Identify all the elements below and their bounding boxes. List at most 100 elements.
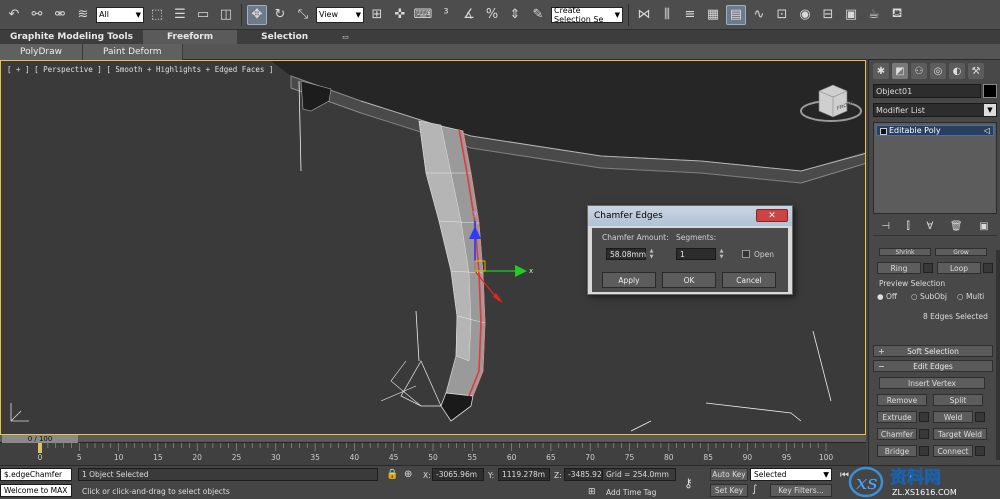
modify-tab-icon[interactable]: ◩	[892, 63, 908, 79]
move-icon[interactable]: ✥	[247, 4, 267, 25]
insert-vertex-button[interactable]: Insert Vertex	[879, 377, 985, 389]
curve-editor-icon[interactable]: ∿	[749, 5, 769, 25]
chamfer-amount-spinner-icon[interactable]: ▲ ▼	[648, 248, 655, 260]
ribbon-toggle-icon[interactable]: ▤	[726, 4, 746, 25]
preview-off-radio[interactable]: ● Off	[877, 292, 897, 301]
object-color-swatch[interactable]	[983, 84, 997, 98]
unlink-icon[interactable]: ⚮	[50, 5, 70, 25]
connect-button[interactable]: Connect	[933, 445, 973, 457]
stack-item-editable-poly[interactable]: Editable Poly ◁	[876, 125, 994, 136]
make-unique-icon[interactable]: ∀	[926, 221, 933, 232]
angle-snap-icon[interactable]: ∡	[459, 5, 479, 25]
render-iterative-icon[interactable]: ⛾	[887, 5, 907, 25]
lock-icon[interactable]: 🔒	[386, 469, 398, 480]
time-slider-thumb[interactable]: 0 / 100	[2, 435, 78, 443]
window-crossing-icon[interactable]: ◫	[216, 5, 236, 25]
utilities-tab-icon[interactable]: ⚒	[968, 63, 984, 79]
chamfer-settings-icon[interactable]	[919, 429, 929, 439]
close-button[interactable]: ✕	[756, 209, 788, 222]
loop-button[interactable]: Loop	[937, 262, 981, 274]
remove-button[interactable]: Remove	[877, 394, 927, 406]
align-icon[interactable]: ⫼	[657, 5, 677, 25]
keyboard-shortcut-icon[interactable]: ⌨	[413, 5, 433, 25]
material-editor-icon[interactable]: ◉	[795, 5, 815, 25]
connect-settings-icon[interactable]	[975, 446, 985, 456]
remove-modifier-icon[interactable]: 🗑	[950, 221, 963, 232]
graphite-tools-icon[interactable]: ▦	[703, 5, 723, 25]
percent-snap-icon[interactable]: %	[482, 5, 502, 25]
panel-paint-deform[interactable]: Paint Deform	[82, 43, 183, 60]
snap-toggle-icon[interactable]: ³	[436, 5, 456, 25]
link-icon[interactable]: ⚯	[27, 5, 47, 25]
selection-filter-dropdown[interactable]: All ▼	[96, 6, 144, 23]
track-bar[interactable]: 0 5 10 15 20 25 30 35 40 45 50 55 60 65 70 75 80 85 90 95 10…	[0, 443, 866, 465]
pivot-center-icon[interactable]: ⊞	[367, 5, 387, 25]
set-key-button[interactable]: Set Key	[710, 484, 748, 497]
key-mode-dropdown[interactable]: Selected ▼	[750, 468, 832, 481]
ring-button[interactable]: Ring	[877, 262, 921, 274]
chamfer-amount-input[interactable]: 58.08mm	[606, 248, 646, 260]
bind-space-warp-icon[interactable]: ≋	[73, 5, 93, 25]
select-by-name-icon[interactable]: ☰	[170, 5, 190, 25]
rendered-frame-icon[interactable]: ▣	[841, 5, 861, 25]
ring-spinner-icon[interactable]	[923, 263, 933, 273]
spinner-snap-icon[interactable]: ⇕	[505, 5, 525, 25]
ok-button[interactable]: OK	[662, 272, 716, 288]
reference-coordinate-dropdown[interactable]: View ▼	[316, 6, 364, 23]
auto-key-button[interactable]: Auto Key	[710, 468, 748, 481]
preview-multi-radio[interactable]: ○ Multi	[957, 292, 984, 301]
select-manipulate-icon[interactable]: ✜	[390, 5, 410, 25]
grow-button[interactable]: Grow	[935, 248, 987, 256]
extrude-button[interactable]: Extrude	[877, 411, 917, 423]
show-end-result-icon[interactable]: ⫿	[907, 221, 910, 232]
motion-tab-icon[interactable]: ◎	[930, 63, 946, 79]
rollout-edit-edges[interactable]: − Edit Edges	[873, 360, 993, 372]
split-button[interactable]: Split	[933, 394, 983, 406]
modifier-list-dropdown[interactable]: Modifier List ▼	[873, 103, 997, 117]
add-time-tag-button[interactable]: Add Time Tag	[606, 488, 656, 497]
weld-button[interactable]: Weld	[933, 411, 973, 423]
key-curve-icon[interactable]: ∫	[752, 484, 757, 495]
loop-spinner-icon[interactable]	[983, 263, 993, 273]
time-tag-icon[interactable]: ⊞	[588, 487, 596, 497]
key-filters-button[interactable]: Key Filters...	[770, 484, 832, 497]
segments-input[interactable]: 1	[676, 248, 716, 260]
schematic-view-icon[interactable]: ⊡	[772, 5, 792, 25]
preview-subobj-radio[interactable]: ○ SubObj	[911, 292, 947, 301]
time-slider[interactable]: 0 / 100	[0, 435, 866, 443]
rollout-soft-selection[interactable]: + Soft Selection	[873, 345, 993, 357]
layer-manager-icon[interactable]: ≡	[680, 5, 700, 25]
undo-icon[interactable]: ↶	[4, 5, 24, 25]
render-production-icon[interactable]: ☕	[864, 5, 884, 25]
tab-freeform[interactable]: Freeform	[142, 30, 238, 44]
bridge-button[interactable]: Bridge	[877, 445, 917, 457]
x-coordinate-field[interactable]: -3065.96m	[432, 468, 484, 481]
shrink-button[interactable]: Shrink	[879, 248, 931, 256]
tab-selection[interactable]: Selection	[237, 30, 332, 44]
apply-button[interactable]: Apply	[602, 272, 656, 288]
rectangular-region-icon[interactable]: ▭	[193, 5, 213, 25]
object-name-field[interactable]: Object01	[873, 84, 981, 98]
panel-polydraw[interactable]: PolyDraw	[0, 43, 83, 60]
display-tab-icon[interactable]: ◐	[949, 63, 965, 79]
command-panel-scrollbar[interactable]	[996, 250, 1000, 460]
rotate-icon[interactable]: ↻	[270, 5, 290, 25]
extrude-settings-icon[interactable]	[919, 412, 929, 422]
cancel-button[interactable]: Cancel	[722, 272, 776, 288]
mirror-icon[interactable]: ⋈	[634, 5, 654, 25]
y-coordinate-field[interactable]: 1119.278m	[498, 468, 550, 481]
chamfer-button[interactable]: Chamfer	[877, 428, 917, 440]
viewport-label[interactable]: [ + ] [ Perspective ] [ Smooth + Highlig…	[7, 65, 273, 74]
hierarchy-tab-icon[interactable]: ⚇	[911, 63, 927, 79]
segments-spinner-icon[interactable]: ▲ ▼	[718, 248, 725, 260]
current-frame-marker[interactable]	[38, 443, 42, 453]
edit-named-selection-icon[interactable]: ✎	[528, 5, 548, 25]
pin-stack-icon[interactable]: ⊣	[881, 221, 890, 232]
configure-modifier-sets-icon[interactable]: ▣	[979, 221, 988, 232]
maxscript-listener-output[interactable]: Welcome to MAX	[0, 484, 72, 497]
target-weld-button[interactable]: Target Weld	[933, 428, 987, 440]
create-tab-icon[interactable]: ✱	[873, 63, 889, 79]
named-selection-dropdown[interactable]: Create Selection Se ▼	[551, 6, 623, 24]
select-object-icon[interactable]: ⬚	[147, 5, 167, 25]
scale-icon[interactable]: ⤡	[293, 5, 313, 25]
